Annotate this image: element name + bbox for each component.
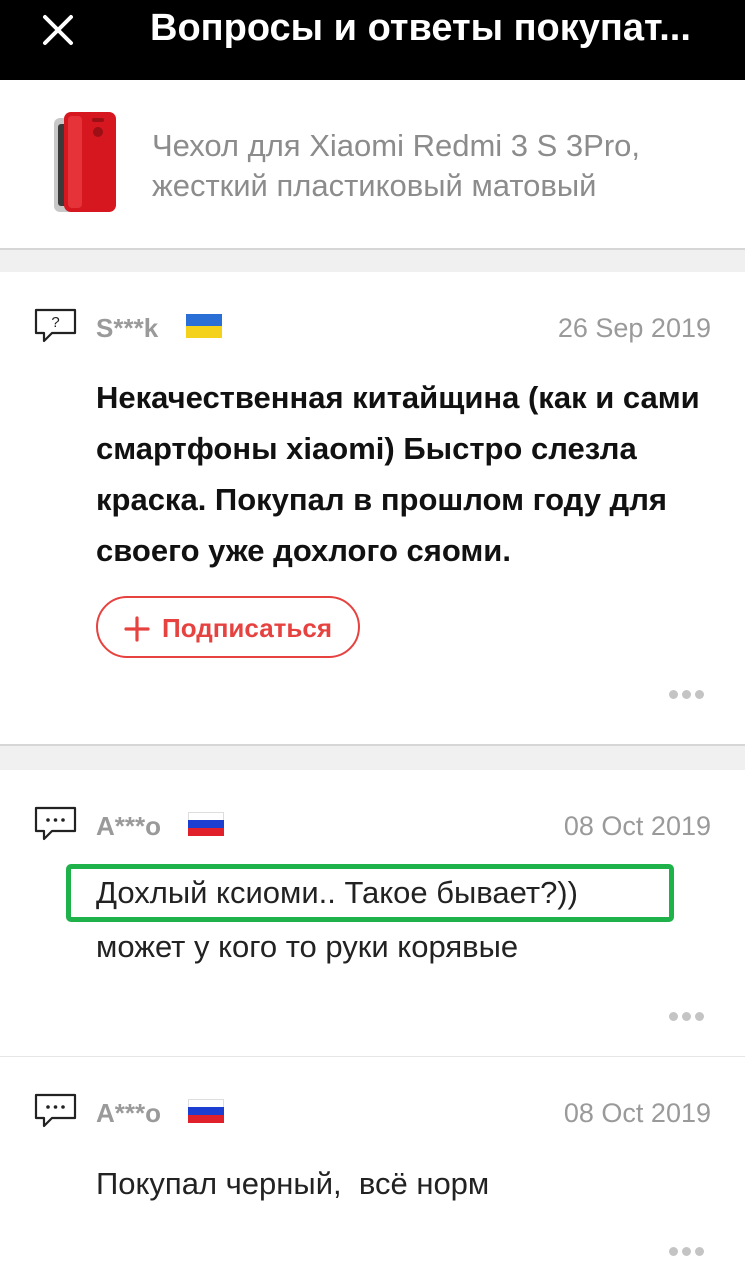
russia-flag-icon [188, 812, 224, 836]
close-icon [43, 15, 73, 45]
answer-card: A***o 08 Oct 2019 Покупал черный, всё но… [0, 1057, 745, 1280]
svg-text:?: ? [51, 314, 59, 331]
answer-text: Покупал черный, всё норм [96, 1166, 490, 1201]
answer-author: A***o [96, 1098, 162, 1128]
close-button[interactable] [28, 4, 88, 64]
plus-icon [124, 616, 150, 642]
question-icon: ? [34, 308, 78, 344]
russia-flag-icon [188, 1099, 224, 1123]
answer-author: A***o [96, 811, 162, 841]
more-options-icon[interactable] [669, 1010, 705, 1022]
more-options-icon[interactable] [669, 1245, 705, 1257]
question-text: Некачественная китайщина (как и сами сма… [96, 380, 700, 568]
answer-icon [34, 1093, 78, 1129]
answer-date: 08 Oct 2019 [563, 1098, 711, 1128]
top-bar: Вопросы и ответы покупат... [0, 0, 745, 80]
answer-icon [34, 806, 78, 842]
more-options-icon[interactable] [669, 688, 705, 700]
product-thumbnail [48, 110, 120, 218]
product-header[interactable]: Чехол для Xiaomi Redmi 3 S 3Pro, жесткий… [0, 80, 745, 248]
section-separator [0, 248, 745, 272]
answer-date: 08 Oct 2019 [563, 811, 711, 841]
subscribe-button[interactable]: Подписаться [96, 596, 360, 658]
page-title: Вопросы и ответы покупат... [150, 7, 691, 49]
question-card: ? S***k 26 Sep 2019 Некачественная китай… [0, 272, 745, 744]
section-separator [0, 744, 745, 770]
highlight-box [66, 864, 674, 922]
subscribe-label: Подписаться [162, 613, 333, 643]
question-author: S***k [96, 313, 159, 343]
answer-card: A***o 08 Oct 2019 Дохлый ксиоми.. Такое … [0, 770, 745, 1056]
ukraine-flag-icon [186, 314, 222, 338]
product-title: Чехол для Xiaomi Redmi 3 S 3Pro, жесткий… [152, 128, 641, 203]
question-date: 26 Sep 2019 [557, 313, 711, 343]
